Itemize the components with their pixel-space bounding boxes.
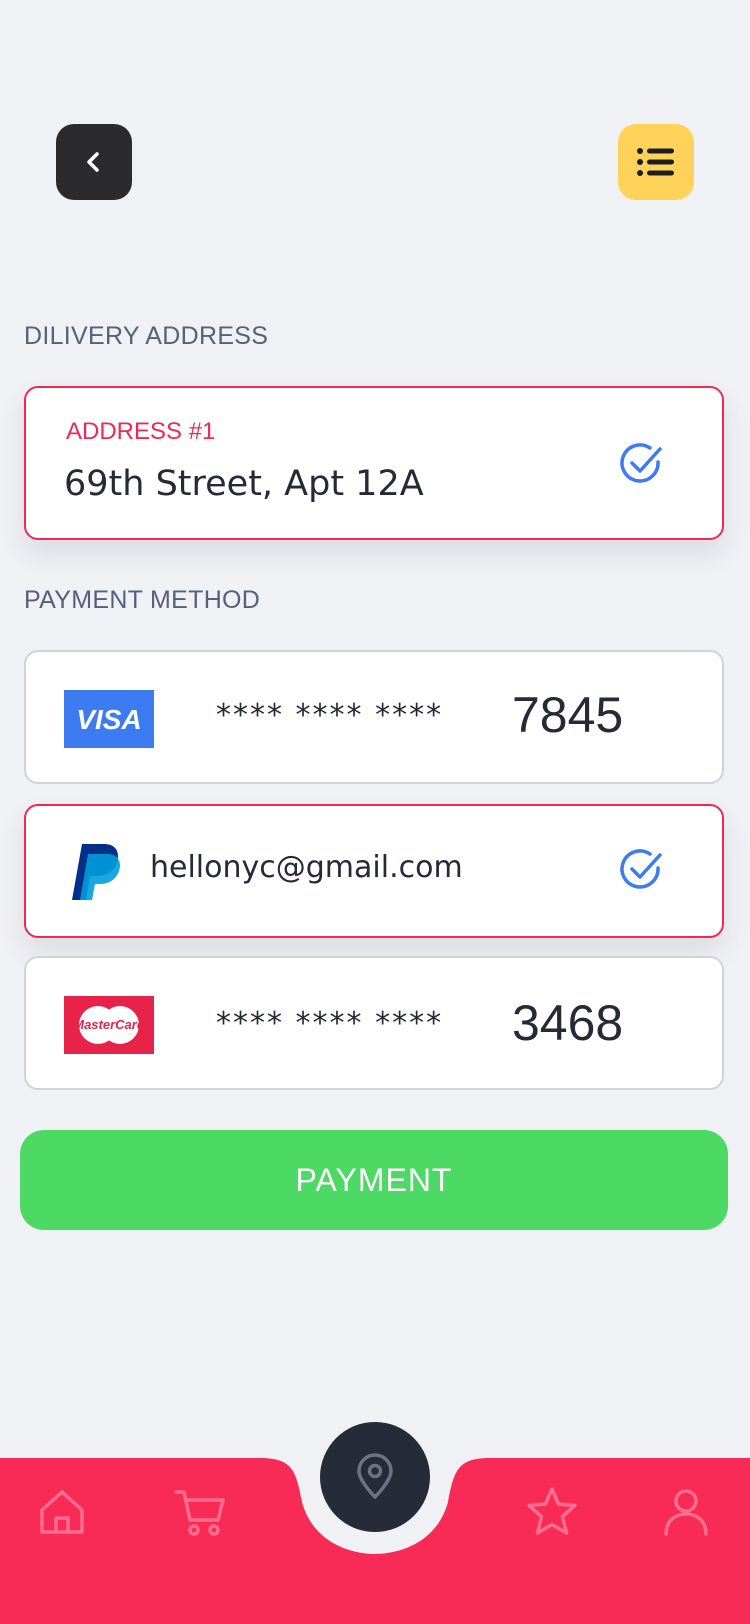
location-button[interactable] xyxy=(320,1422,430,1532)
location-pin-icon xyxy=(357,1453,393,1499)
address-card[interactable]: ADDRESS #1 69th Street, Apt 12A xyxy=(24,386,724,540)
svg-text:MasterCard: MasterCard xyxy=(73,1017,146,1032)
user-icon[interactable] xyxy=(658,1484,714,1540)
payment-method-visa[interactable]: VISA **** **** **** 7845 xyxy=(24,650,724,784)
card-last4: 7845 xyxy=(512,687,624,743)
cart-icon[interactable] xyxy=(172,1484,228,1540)
address-line: 69th Street, Apt 12A xyxy=(64,464,424,504)
check-circle-icon xyxy=(620,849,662,889)
paypal-email: hellonyc@gmail.com xyxy=(150,850,463,885)
list-icon xyxy=(637,148,674,176)
paypal-logo xyxy=(72,844,120,900)
visa-logo: VISA xyxy=(64,690,154,748)
payment-section-label: PAYMENT METHOD xyxy=(24,586,261,614)
check-circle-icon xyxy=(620,443,662,483)
back-button[interactable] xyxy=(56,124,132,200)
payment-method-paypal[interactable]: hellonyc@gmail.com xyxy=(24,804,724,938)
payment-button[interactable]: PAYMENT xyxy=(20,1130,728,1230)
masked-card-number: **** **** **** xyxy=(216,698,444,733)
delivery-section-label: DILIVERY ADDRESS xyxy=(24,322,269,350)
chevron-left-icon xyxy=(87,152,99,172)
mastercard-logo: MasterCard xyxy=(64,996,154,1054)
home-icon[interactable] xyxy=(34,1484,90,1540)
masked-card-number: **** **** **** xyxy=(216,1006,444,1041)
payment-method-mastercard[interactable]: MasterCard **** **** **** 3468 xyxy=(24,956,724,1090)
svg-text:VISA: VISA xyxy=(76,704,141,735)
address-tag: ADDRESS #1 xyxy=(66,418,216,445)
card-last4: 3468 xyxy=(512,995,624,1051)
menu-button[interactable] xyxy=(618,124,694,200)
star-icon[interactable] xyxy=(524,1484,580,1540)
